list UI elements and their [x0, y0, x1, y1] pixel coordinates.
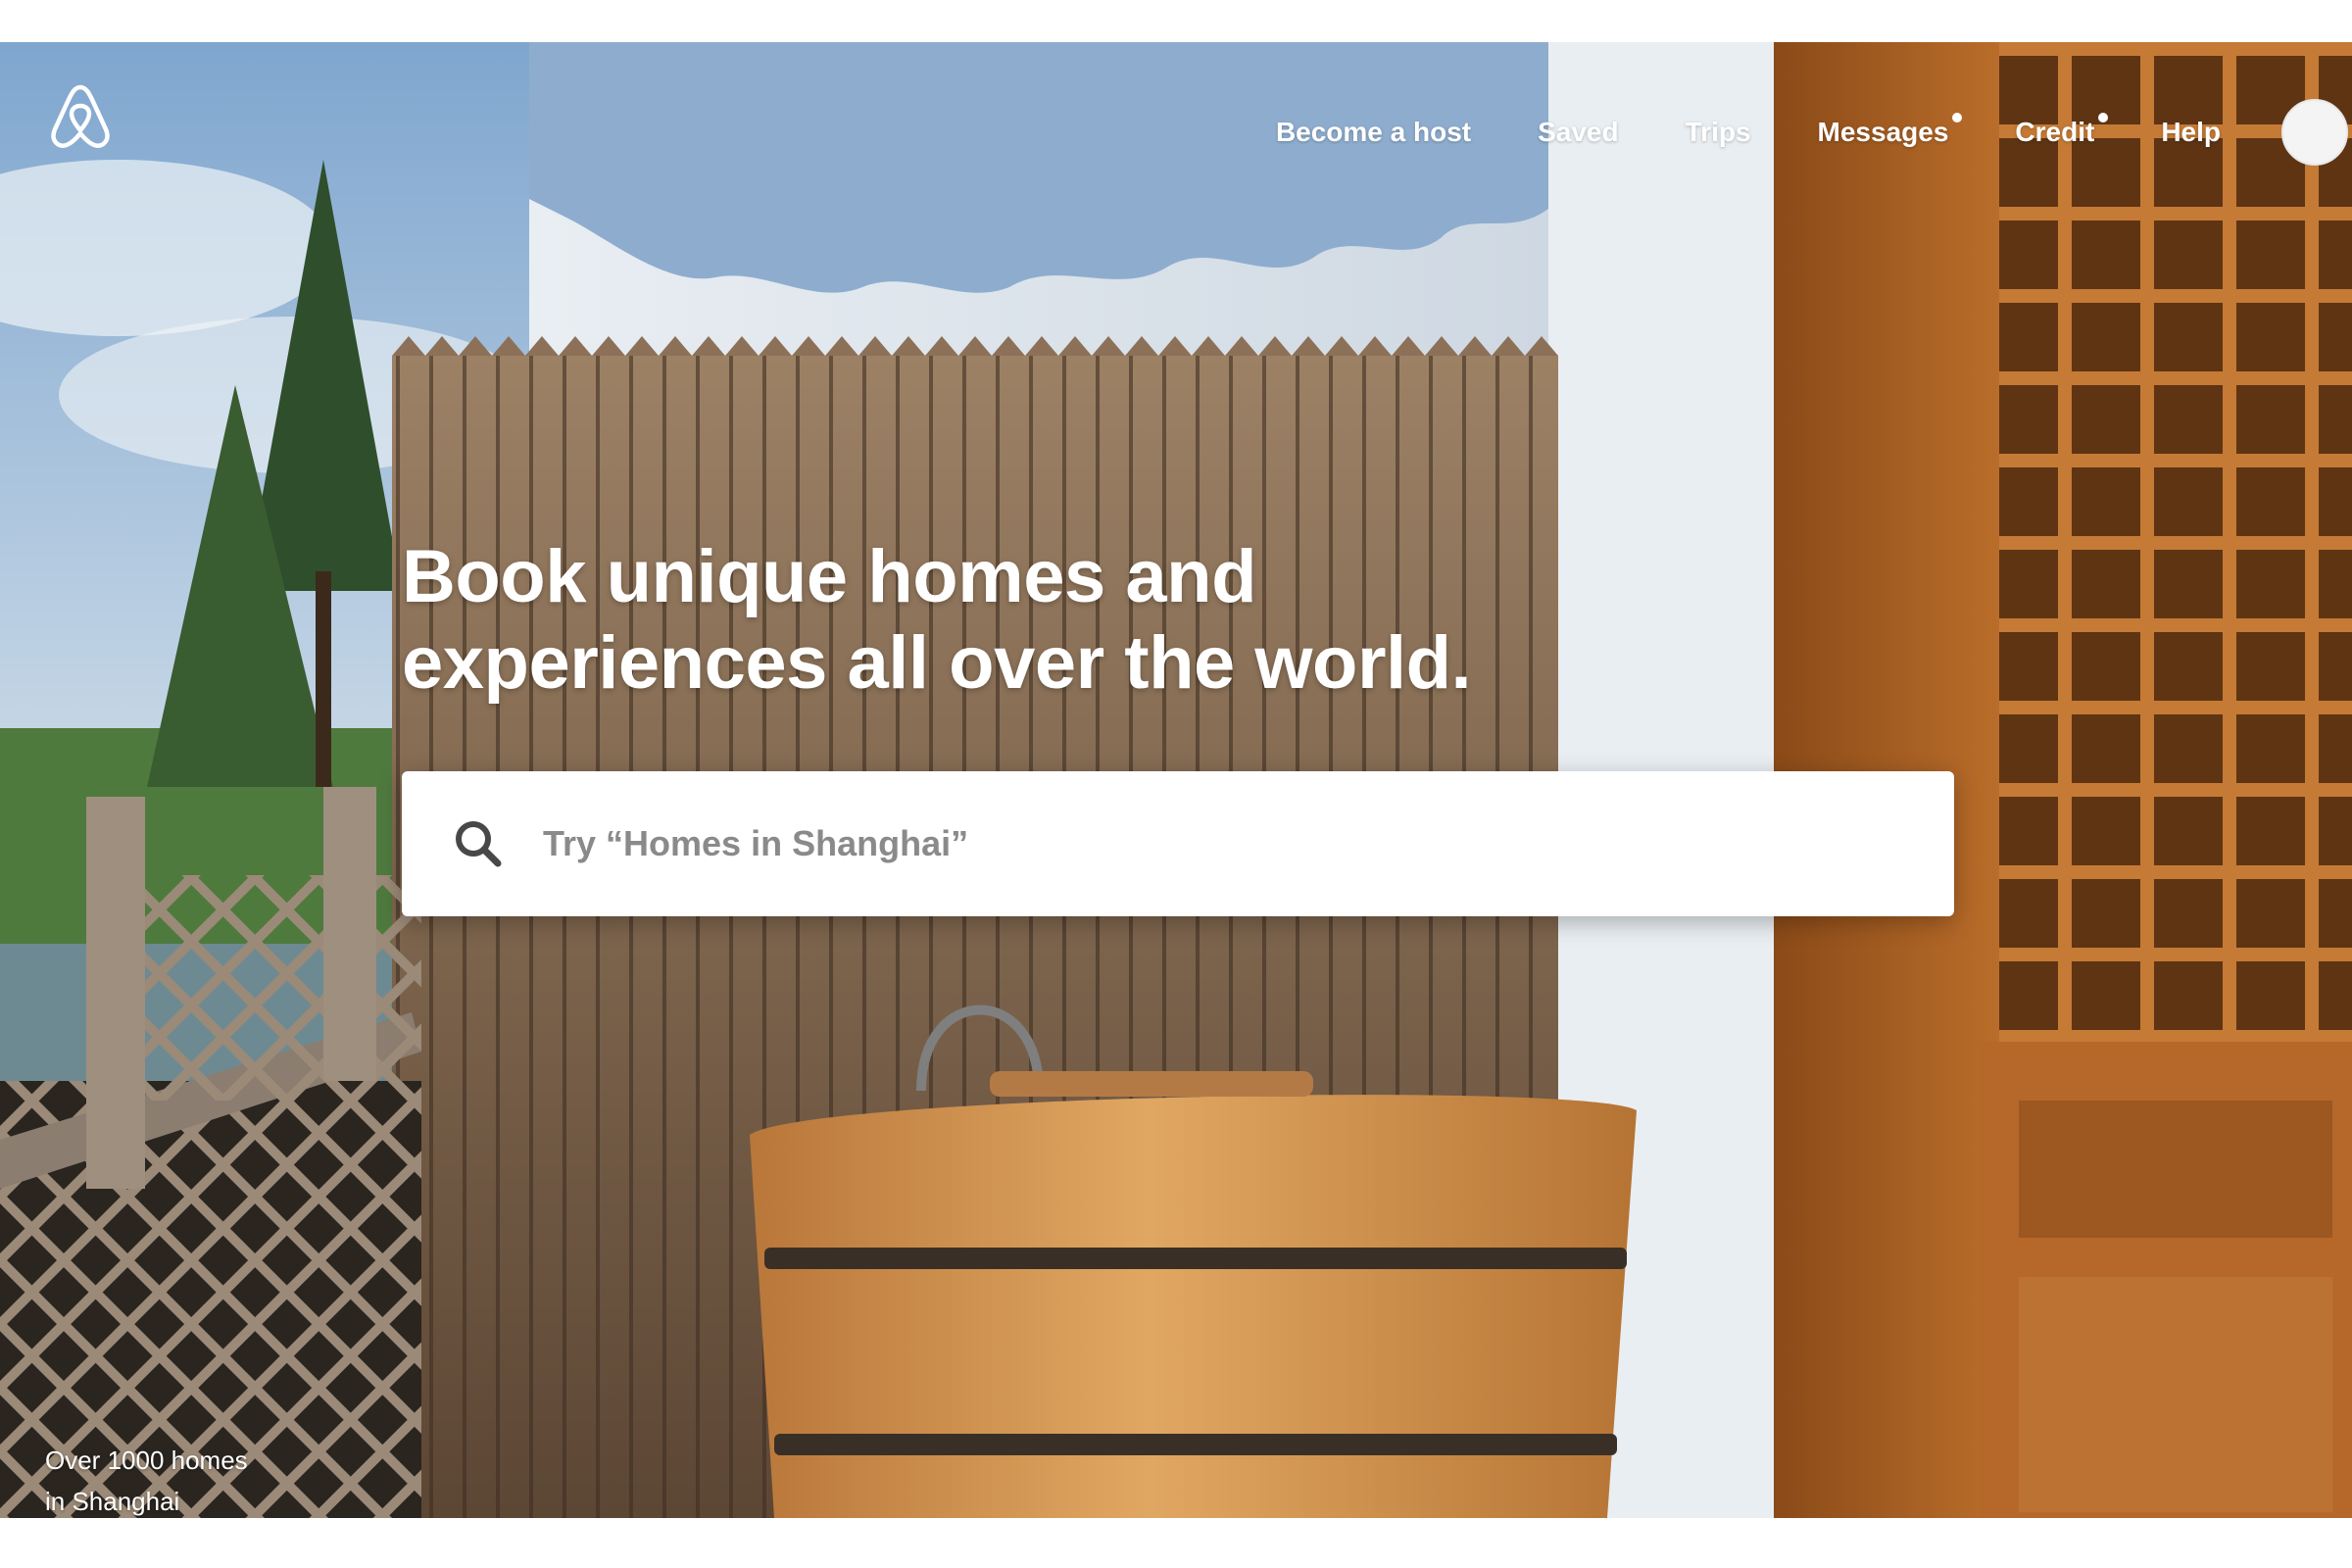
- nav-credit[interactable]: Credit: [2015, 113, 2109, 148]
- search-icon: [456, 821, 502, 867]
- nav-trips[interactable]: Trips: [1686, 117, 1751, 148]
- nav-label: Credit: [2015, 117, 2095, 147]
- nav-become-a-host[interactable]: Become a host: [1276, 117, 1471, 148]
- headline-line-2: experiences all over the world.: [402, 621, 1472, 705]
- user-avatar[interactable]: [2281, 99, 2348, 166]
- hero-caption: Over 1000 homes in Shanghai: [45, 1440, 359, 1518]
- top-navigation: Become a host Saved Trips Messages Credi…: [1276, 99, 2352, 166]
- nav-label: Saved: [1538, 117, 1619, 147]
- hero-headline: Book unique homes and experiences all ov…: [402, 534, 1578, 707]
- nav-messages[interactable]: Messages: [1817, 113, 1963, 148]
- nav-saved[interactable]: Saved: [1538, 117, 1619, 148]
- search-input[interactable]: [541, 822, 1819, 865]
- hero-banner: Become a host Saved Trips Messages Credi…: [0, 42, 2352, 1518]
- nav-label: Become a host: [1275, 117, 1472, 147]
- search-bar[interactable]: [402, 771, 1954, 916]
- nav-label: Messages: [1817, 117, 1949, 147]
- headline-line-1: Book unique homes and: [402, 535, 1257, 618]
- nav-help[interactable]: Help: [2161, 117, 2221, 148]
- caption-line-2: in Shanghai: [45, 1487, 180, 1516]
- notification-dot: [2098, 113, 2109, 122]
- nav-label: Trips: [1685, 117, 1751, 147]
- notification-dot: [1952, 113, 1963, 122]
- caption-line-1: Over 1000 homes: [45, 1446, 248, 1475]
- airbnb-logo-icon[interactable]: [47, 81, 114, 152]
- nav-label: Help: [2161, 117, 2221, 147]
